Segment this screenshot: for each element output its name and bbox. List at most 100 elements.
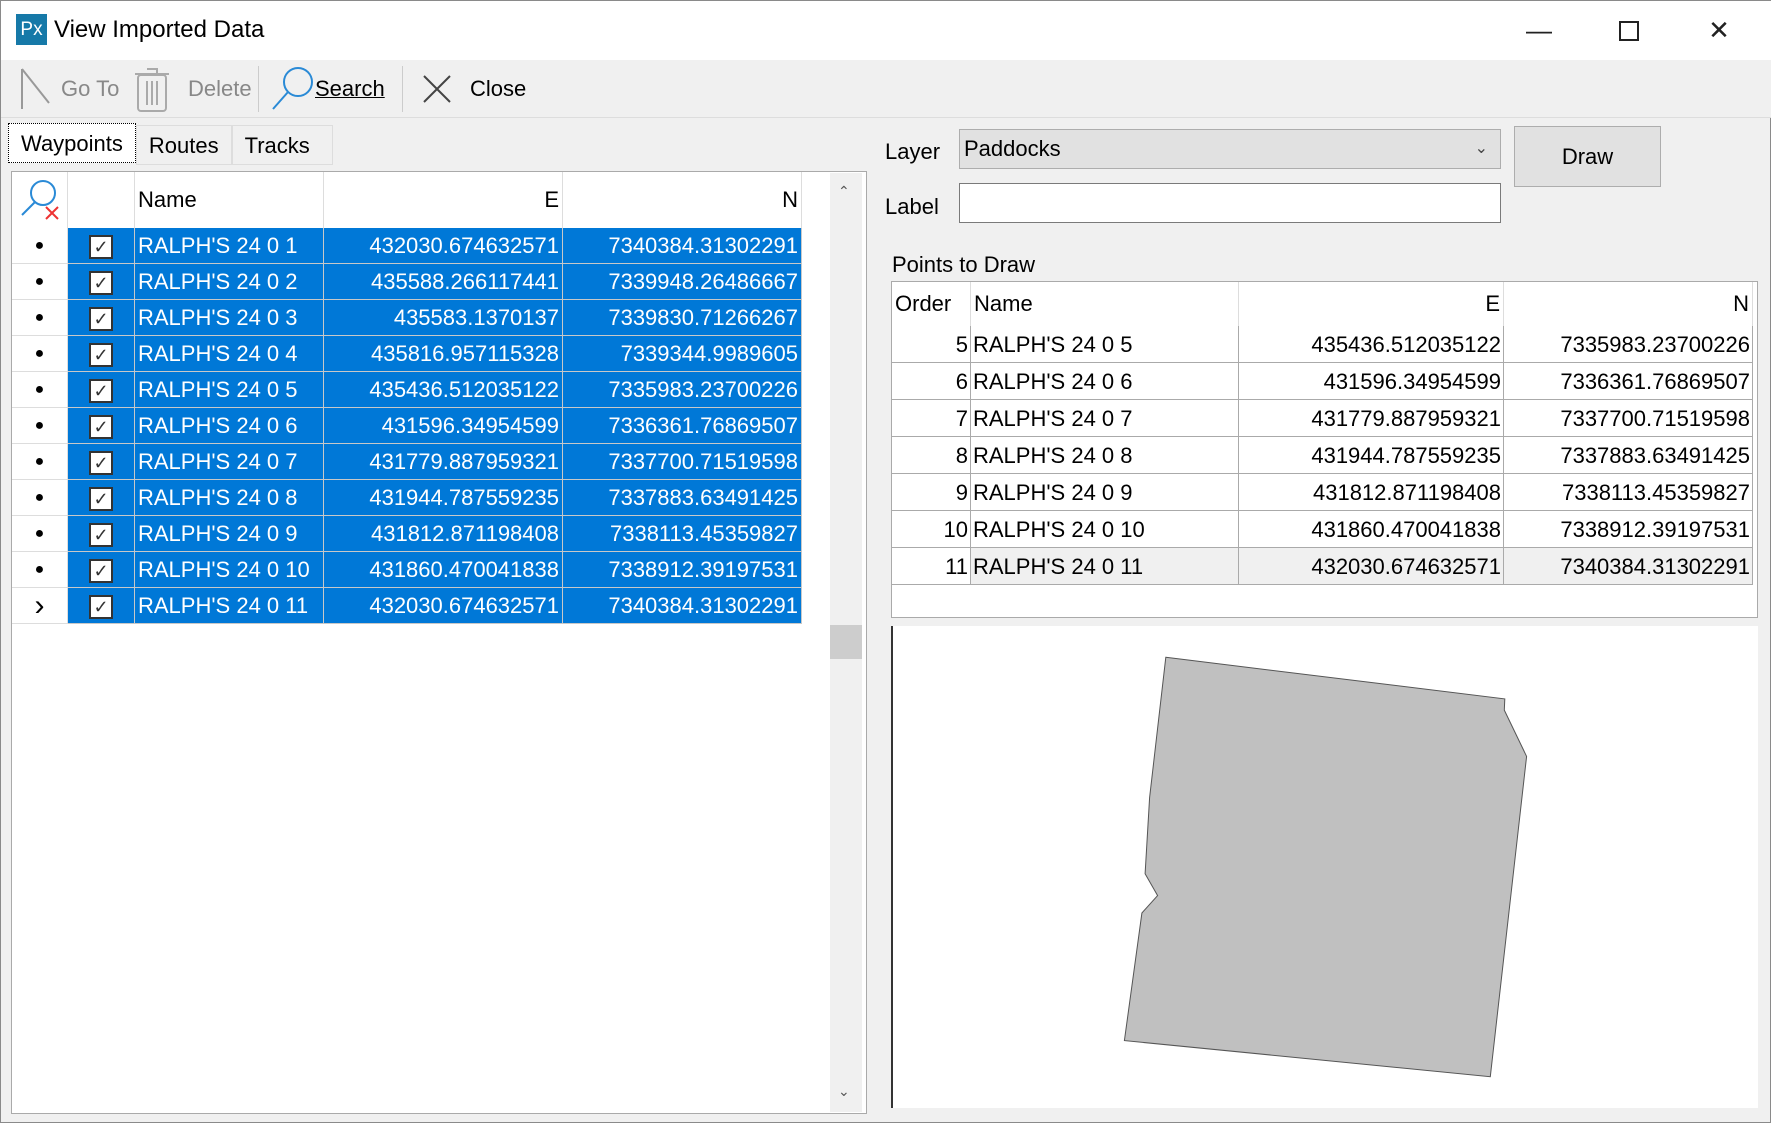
layer-value: Paddocks	[964, 136, 1061, 161]
cell-e: 431779.887959321	[1239, 400, 1504, 437]
check-column-header[interactable]	[68, 172, 135, 228]
cell-n: 7339344.9989605	[563, 336, 802, 372]
close-window-button[interactable]: ✕	[1674, 1, 1764, 60]
row-indicator: ●	[12, 408, 68, 444]
row-checkbox[interactable]: ✓	[68, 264, 135, 300]
cell-e: 431944.787559235	[1239, 437, 1504, 474]
row-checkbox[interactable]: ✓	[68, 444, 135, 480]
table-row[interactable]: 9 RALPH'S 24 0 9 431812.871198408 7338113.4…	[892, 474, 1753, 511]
column-header-n[interactable]: N	[563, 172, 802, 228]
cell-order: 10	[892, 511, 971, 548]
scroll-up-icon[interactable]: ⌃	[838, 183, 850, 200]
label-input[interactable]	[959, 183, 1501, 223]
layer-select[interactable]: Paddocks ⌄	[959, 129, 1501, 169]
cell-e: 435588.266117441	[324, 264, 563, 300]
table-row[interactable]: 8 RALPH'S 24 0 8 431944.787559235 7337883.6…	[892, 437, 1753, 474]
clear-search-button[interactable]	[12, 172, 68, 228]
draw-button[interactable]: Draw	[1514, 126, 1661, 187]
column-header-n[interactable]: N	[1504, 282, 1753, 326]
row-indicator: ●	[12, 372, 68, 408]
table-row[interactable]: › ✓ RALPH'S 24 0 11 432030.674632571 7340384…	[12, 588, 802, 624]
table-row[interactable]: 5 RALPH'S 24 0 5 435436.512035122 7335983.2…	[892, 326, 1753, 363]
table-row[interactable]: ● ✓ RALPH'S 24 0 8 431944.787559235 7337883.…	[12, 480, 802, 516]
preview-map[interactable]	[891, 626, 1758, 1108]
row-indicator: ›	[12, 588, 68, 624]
cell-e: 435816.957115328	[324, 336, 563, 372]
table-row[interactable]: 6 RALPH'S 24 0 6 431596.34954599 7336361.76…	[892, 363, 1753, 400]
tab-routes[interactable]: Routes	[135, 125, 232, 165]
row-checkbox[interactable]: ✓	[68, 588, 135, 624]
row-checkbox[interactable]: ✓	[68, 228, 135, 264]
cell-n: 7340384.31302291	[563, 588, 802, 624]
table-row[interactable]: ● ✓ RALPH'S 24 0 3 435583.1370137 7339830.71…	[12, 300, 802, 336]
column-header-e[interactable]: E	[324, 172, 563, 228]
goto-icon	[21, 68, 50, 109]
table-row[interactable]: ● ✓ RALPH'S 24 0 1 432030.674632571 7340384.…	[12, 228, 802, 264]
tab-tracks[interactable]: Tracks	[231, 125, 333, 165]
cell-n: 7338912.39197531	[1504, 511, 1753, 548]
points-grid: Order Name E N 5 RALPH'S 24 0 5 435436.512…	[891, 281, 1758, 618]
tab-waypoints[interactable]: Waypoints	[8, 123, 136, 163]
delete-button[interactable]: Delete	[134, 60, 252, 118]
column-header-name[interactable]: Name	[971, 282, 1239, 326]
scroll-down-icon[interactable]: ⌄	[838, 1083, 850, 1100]
table-row[interactable]: ● ✓ RALPH'S 24 0 5 435436.512035122 7335983.…	[12, 372, 802, 408]
cell-e: 432030.674632571	[1239, 548, 1504, 585]
row-checkbox[interactable]: ✓	[68, 300, 135, 336]
points-to-draw-label: Points to Draw	[892, 252, 1036, 277]
table-row[interactable]: 11 RALPH'S 24 0 11 432030.674632571 7340384…	[892, 548, 1753, 585]
table-row[interactable]: ● ✓ RALPH'S 24 0 10 431860.470041838 7338912…	[12, 552, 802, 588]
cell-e: 435436.512035122	[324, 372, 563, 408]
cell-e: 435583.1370137	[324, 300, 563, 336]
checkbox-icon: ✓	[89, 271, 113, 295]
table-row[interactable]: 10 RALPH'S 24 0 10 431860.470041838 7338912…	[892, 511, 1753, 548]
cell-n: 7338113.45359827	[563, 516, 802, 552]
table-row[interactable]: ● ✓ RALPH'S 24 0 6 431596.34954599 7336361.7…	[12, 408, 802, 444]
grid-scrollbar[interactable]: ⌃ ⌄	[830, 173, 862, 1112]
row-checkbox[interactable]: ✓	[68, 372, 135, 408]
scrollbar-thumb[interactable]	[830, 625, 862, 659]
cell-e: 431812.871198408	[324, 516, 563, 552]
cell-name: RALPH'S 24 0 11	[135, 588, 324, 624]
goto-button[interactable]: Go To	[19, 60, 119, 118]
row-checkbox[interactable]: ✓	[68, 480, 135, 516]
cell-name: RALPH'S 24 0 8	[971, 437, 1239, 474]
cell-n: 7339948.26486667	[563, 264, 802, 300]
table-row[interactable]: ● ✓ RALPH'S 24 0 9 431812.871198408 7338113.…	[12, 516, 802, 552]
table-row[interactable]: ● ✓ RALPH'S 24 0 4 435816.957115328 7339344.…	[12, 336, 802, 372]
close-button[interactable]: Close	[422, 60, 526, 118]
cell-name: RALPH'S 24 0 7	[135, 444, 324, 480]
cell-name: RALPH'S 24 0 6	[135, 408, 324, 444]
cell-e: 431596.34954599	[1239, 363, 1504, 400]
column-header-e[interactable]: E	[1239, 282, 1504, 326]
cell-e: 431860.470041838	[324, 552, 563, 588]
checkbox-icon: ✓	[89, 415, 113, 439]
checkbox-icon: ✓	[89, 523, 113, 547]
cell-n: 7339830.71266267	[563, 300, 802, 336]
row-indicator: ●	[12, 552, 68, 588]
table-row[interactable]: ● ✓ RALPH'S 24 0 7 431779.887959321 7337700.…	[12, 444, 802, 480]
app-icon: Px	[16, 14, 47, 45]
cell-n: 7337700.71519598	[1504, 400, 1753, 437]
row-indicator: ●	[12, 336, 68, 372]
cell-n: 7338912.39197531	[563, 552, 802, 588]
cell-n: 7337883.63491425	[563, 480, 802, 516]
cell-name: RALPH'S 24 0 6	[971, 363, 1239, 400]
table-row[interactable]: 7 RALPH'S 24 0 7 431779.887959321 7337700.7…	[892, 400, 1753, 437]
row-checkbox[interactable]: ✓	[68, 336, 135, 372]
row-indicator: ●	[12, 480, 68, 516]
checkbox-icon: ✓	[89, 595, 113, 619]
row-checkbox[interactable]: ✓	[68, 552, 135, 588]
search-button[interactable]: Search	[271, 60, 385, 118]
cell-order: 8	[892, 437, 971, 474]
minimize-button[interactable]: —	[1494, 1, 1584, 60]
delete-label: Delete	[188, 76, 252, 101]
cell-n: 7340384.31302291	[563, 228, 802, 264]
row-checkbox[interactable]: ✓	[68, 408, 135, 444]
table-row[interactable]: ● ✓ RALPH'S 24 0 2 435588.266117441 7339948.…	[12, 264, 802, 300]
column-header-name[interactable]: Name	[135, 172, 324, 228]
maximize-button[interactable]	[1584, 1, 1674, 60]
cell-n: 7337700.71519598	[563, 444, 802, 480]
row-checkbox[interactable]: ✓	[68, 516, 135, 552]
column-header-order[interactable]: Order	[892, 282, 971, 326]
